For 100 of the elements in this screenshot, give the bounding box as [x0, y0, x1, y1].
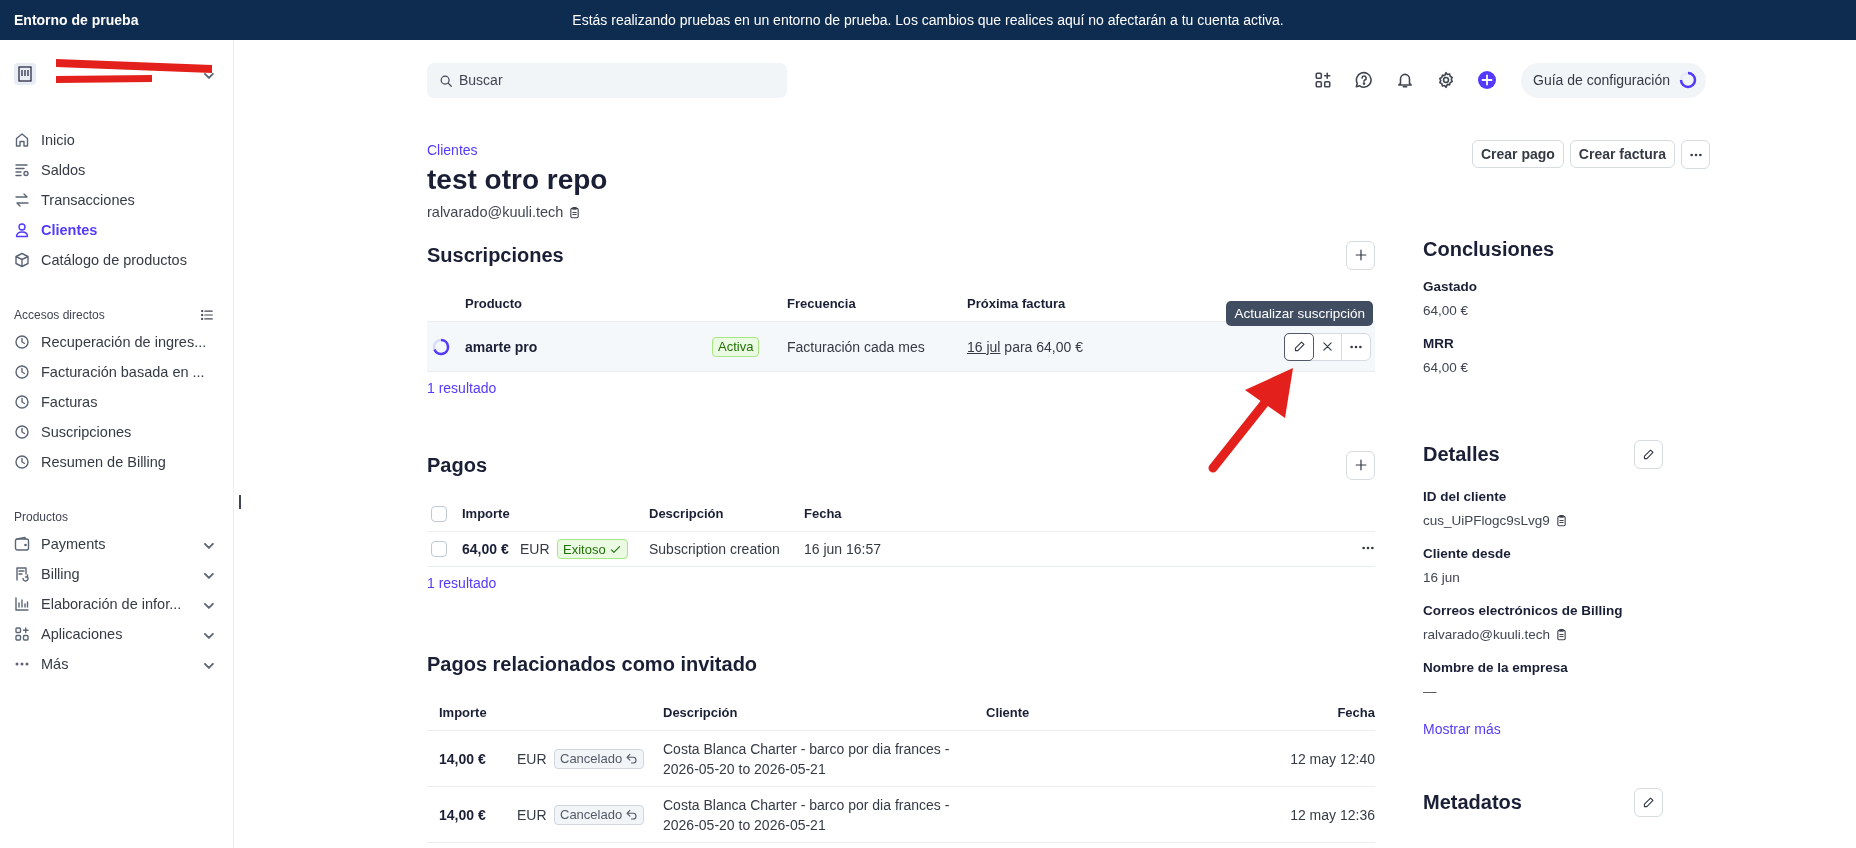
column-header: Fecha [804, 506, 843, 521]
checkbox[interactable] [431, 541, 447, 557]
chevron-icon [204, 603, 214, 609]
setup-guide-button[interactable]: Guía de configuración [1521, 62, 1706, 98]
shortcut-item[interactable]: Recuperación de ingres... [14, 327, 214, 357]
section-label: Productos [14, 510, 69, 524]
environment-title: Entorno de prueba [13, 12, 140, 28]
action-button[interactable]: Crear pago [1471, 140, 1564, 168]
field-label: MRR [1423, 336, 1455, 351]
field-value: 16 jun [1423, 570, 1460, 585]
home-icon [14, 132, 30, 148]
help-icon [1355, 71, 1373, 89]
column-header: Descripción [663, 705, 739, 720]
environment-message: Estás realizando pruebas en un entorno de prueba. Los cambios que realices aquí no afectarán a tu cuenta activa. [571, 12, 1285, 28]
tooltip: Actualizar suscripción [1226, 300, 1373, 326]
table-cell-text: Costa Blanca Charter - barco por dia frances - 2026-05-20 to 2026-05-21 [663, 739, 951, 779]
chart-icon [14, 596, 30, 612]
customer-name: test otro repo [427, 164, 608, 196]
plus-circle-icon [1477, 70, 1497, 90]
status-badge: Activa [712, 336, 760, 357]
checkbox[interactable] [431, 505, 447, 522]
chevron-icon [204, 73, 214, 79]
list-icon [200, 308, 214, 322]
table-cell: 12 may 12:36 [1290, 806, 1375, 823]
plus-icon [1353, 248, 1368, 262]
plus-icon [1353, 458, 1368, 472]
apps-icon [14, 626, 30, 642]
nav-item[interactable]: Billing [14, 559, 214, 589]
result-count[interactable]: 1 resultado [427, 380, 497, 396]
shortcut-item[interactable]: Facturación basada en ... [14, 357, 214, 387]
section-label: Accesos directos [14, 308, 105, 322]
section-title: Detalles [1423, 442, 1500, 466]
copy-icon [1554, 514, 1568, 527]
edit-button[interactable] [1284, 332, 1314, 361]
show-more-link[interactable]: Mostrar más [1423, 721, 1501, 737]
action-button[interactable]: Crear factura [1569, 140, 1675, 168]
nav-item[interactable]: Saldos [14, 155, 214, 185]
column-header: Fecha [1337, 705, 1375, 720]
section-title: Pagos [427, 453, 488, 477]
field-value: 64,00 € [1423, 360, 1469, 375]
field-value: 64,00 € [1423, 303, 1469, 318]
nav-item[interactable]: Clientes [14, 215, 214, 245]
undo-icon [625, 808, 639, 821]
nav-item[interactable]: Transacciones [14, 185, 214, 215]
customer-email: ralvarado@kuuli.tech [427, 204, 564, 220]
progress-ring-icon [1678, 70, 1698, 90]
amount-cell-text: 14,00 € [439, 750, 487, 767]
column-header: Frecuencia [787, 296, 857, 311]
table-cell-text: 16 jun 16:57 [804, 541, 883, 557]
document-icon [14, 566, 30, 582]
arrows-icon [14, 192, 30, 208]
table-cell: 12 may 12:40 [1290, 750, 1375, 767]
currency-cell-text: EUR [520, 541, 551, 557]
result-count[interactable]: 1 resultado [427, 575, 497, 591]
settings-icon [1437, 71, 1455, 89]
column-header: Descripción [649, 506, 725, 521]
search-field[interactable]: Buscar [427, 62, 787, 98]
nav-item[interactable]: Más [14, 649, 214, 679]
copy-icon [1555, 628, 1569, 641]
amount-cell-text: 14,00 € [439, 806, 487, 823]
table-cell-text: Subscription creation [649, 541, 781, 557]
nav-item[interactable]: Aplicaciones [14, 619, 214, 649]
field-label: ID del cliente [1423, 489, 1508, 504]
field-value: — [1423, 684, 1437, 699]
nav-item[interactable]: Payments [14, 529, 214, 559]
column-header: Cliente [986, 705, 1031, 720]
pencil-icon [1642, 447, 1655, 461]
clock-icon [14, 454, 30, 470]
section-title: Metadatos [1423, 790, 1522, 814]
undo-icon [625, 752, 639, 765]
add-button[interactable] [1346, 450, 1375, 480]
section-title: Conclusiones [1423, 238, 1556, 261]
chevron-icon [204, 663, 214, 669]
box-icon [14, 252, 30, 268]
chevron-icon [204, 543, 214, 549]
column-header: Próxima factura [967, 296, 1067, 311]
apps-icon [1314, 71, 1332, 89]
pencil-icon [1642, 795, 1655, 809]
shortcut-item[interactable]: Resumen de Billing [14, 447, 214, 477]
close-icon [1321, 340, 1334, 353]
wallet-icon [14, 536, 30, 552]
status-ring-icon [431, 336, 451, 357]
bell-icon [1396, 71, 1414, 89]
chevron-icon [204, 573, 214, 579]
list-icon [14, 162, 30, 178]
chevron-icon [204, 633, 214, 639]
shortcut-item[interactable]: Suscripciones [14, 417, 214, 447]
clock-icon [14, 394, 30, 410]
nav-item[interactable]: Catálogo de productos [14, 245, 214, 275]
resize-handle[interactable] [239, 495, 241, 509]
column-header: Importe [439, 705, 488, 720]
table-cell-text: Facturación cada mes [787, 338, 926, 355]
clock-icon [14, 424, 30, 440]
breadcrumb-link[interactable]: Clientes [427, 142, 478, 158]
product-name[interactable]: amarte pro [465, 338, 712, 355]
shortcut-item[interactable]: Facturas [14, 387, 214, 417]
nav-item[interactable]: Elaboración de infor... [14, 589, 214, 619]
add-button[interactable] [1346, 240, 1375, 270]
currency-cell-text: EUR [517, 806, 548, 823]
nav-item[interactable]: Inicio [14, 125, 214, 155]
